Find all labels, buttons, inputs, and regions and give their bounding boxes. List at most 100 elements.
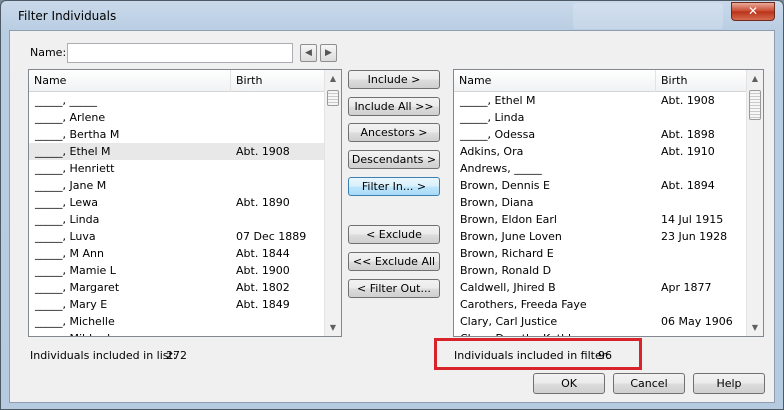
individual-name: _____, Ethel M (35, 145, 111, 158)
birth-date: Abt. 1898 (661, 128, 715, 141)
list-item[interactable]: _____, Henriett (29, 160, 324, 177)
list-item[interactable]: _____, Ethel M Abt. 1908 (29, 143, 324, 160)
list-item[interactable]: _____, Luva 07 Dec 1889 (29, 228, 324, 245)
list-item[interactable]: _____, Mildred (29, 330, 324, 336)
list-item[interactable]: Andrews, _____ (454, 160, 746, 177)
exclude-all-button[interactable]: << Exclude All (348, 252, 440, 271)
list-item[interactable]: _____, Mary E Abt. 1849 (29, 296, 324, 313)
filter-out-button[interactable]: < Filter Out... (348, 279, 440, 298)
list-item[interactable]: _____, Margaret Abt. 1802 (29, 279, 324, 296)
window-title: Filter Individuals (18, 9, 117, 23)
individual-name: _____, Linda (460, 111, 525, 124)
scroll-thumb[interactable] (327, 90, 339, 106)
scroll-thumb[interactable] (749, 90, 761, 120)
individual-name: _____, Mildred (35, 330, 110, 336)
list-item[interactable]: _____, Odessa Abt. 1898 (454, 126, 746, 143)
individual-name: _____, Linda (35, 213, 100, 226)
list-item[interactable]: Caldwell, Jhired B Apr 1877 (454, 279, 746, 296)
list-item[interactable]: Carothers, Freeda Faye (454, 296, 746, 313)
filter-count-highlight (434, 338, 642, 370)
list-item[interactable]: _____, Jane M (29, 177, 324, 194)
individual-name: Carothers, Freeda Faye (460, 298, 587, 311)
individual-name: Andrews, _____ (460, 162, 542, 175)
list-item[interactable]: _____, Arlene (29, 109, 324, 126)
column-header-birth[interactable]: Birth (231, 70, 262, 92)
list-item[interactable]: Clary, Dorothy Kathl (454, 330, 746, 336)
individual-name: Brown, Dennis E (460, 179, 550, 192)
descendants-button[interactable]: Descendants > (348, 150, 440, 169)
exclude-button[interactable]: < Exclude (348, 225, 440, 244)
list-item[interactable]: _____, Linda (29, 211, 324, 228)
list-item[interactable]: _____, Linda (454, 109, 746, 126)
individual-name: Brown, Ronald D (460, 264, 552, 277)
list-item[interactable]: Brown, Eldon Earl 14 Jul 1915 (454, 211, 746, 228)
birth-date: 14 Jul 1915 (661, 213, 724, 226)
birth-date: Abt. 1844 (236, 247, 290, 260)
birth-date: 06 May 1906 (661, 315, 733, 328)
individual-name: Caldwell, Jhired B (460, 281, 556, 294)
list-item[interactable]: Brown, Richard E (454, 245, 746, 262)
next-arrow-icon[interactable]: ▶ (320, 44, 337, 62)
list-item[interactable]: Brown, June Loven 23 Jun 1928 (454, 228, 746, 245)
previous-arrow-icon[interactable]: ◀ (300, 44, 317, 62)
list-count-value: 272 (166, 349, 187, 362)
list-item[interactable]: Brown, Ronald D (454, 262, 746, 279)
column-header-name[interactable]: Name (29, 70, 66, 92)
birth-date: Abt. 1900 (236, 264, 290, 277)
include-button[interactable]: Include > (348, 70, 440, 89)
list-rows: _____, _____ _____, Arlene _____, Bertha M… (29, 92, 324, 336)
column-header-name[interactable]: Name (454, 70, 491, 92)
vertical-scrollbar[interactable]: ▲ ▼ (746, 70, 763, 336)
help-button[interactable]: Help (693, 373, 765, 394)
titlebar-background (573, 3, 723, 29)
title-bar[interactable]: Filter Individuals ✕ (1, 1, 783, 31)
filter-individuals-dialog: Filter Individuals ✕ Name: ◀ ▶ Name Birt… (0, 0, 784, 410)
individual-name: Brown, June Loven (460, 230, 562, 243)
scroll-up-icon[interactable]: ▲ (325, 70, 341, 87)
individual-name: _____, Bertha M (35, 128, 120, 141)
birth-date: Abt. 1802 (236, 281, 290, 294)
birth-date: 07 Dec 1889 (236, 230, 307, 243)
list-item[interactable]: Clary, Carl Justice 06 May 1906 (454, 313, 746, 330)
close-button[interactable]: ✕ (731, 2, 775, 21)
scroll-up-icon[interactable]: ▲ (747, 70, 763, 87)
name-search-input[interactable] (67, 43, 293, 63)
individual-name: _____, M Ann (35, 247, 104, 260)
list-item[interactable]: _____, _____ (29, 92, 324, 109)
individual-name: _____, Mamie L (35, 264, 116, 277)
birth-date: Abt. 1894 (661, 179, 715, 192)
all-individuals-list[interactable]: Name Birth _____, _____ _____, Arlene ____… (28, 69, 342, 337)
column-header-birth[interactable]: Birth (656, 70, 687, 92)
list-item[interactable]: Brown, Diana (454, 194, 746, 211)
list-rows: _____, Ethel M Abt. 1908 _____, Linda _____… (454, 92, 746, 336)
list-item[interactable]: _____, Ethel M Abt. 1908 (454, 92, 746, 109)
ancestors-button[interactable]: Ancestors > (348, 123, 440, 142)
list-item[interactable]: _____, M Ann Abt. 1844 (29, 245, 324, 262)
filter-in-button[interactable]: Filter In... > (348, 177, 440, 196)
birth-date: Abt. 1890 (236, 196, 290, 209)
dialog-body: Name: ◀ ▶ Name Birth _____, _____ _____, … (9, 30, 775, 403)
list-item[interactable]: Adkins, Ora Abt. 1910 (454, 143, 746, 160)
list-item[interactable]: _____, Michelle (29, 313, 324, 330)
scroll-down-icon[interactable]: ▼ (747, 319, 763, 336)
ok-button[interactable]: OK (533, 373, 605, 394)
individual-name: Clary, Carl Justice (460, 315, 558, 328)
individual-name: _____, Ethel M (460, 94, 536, 107)
filtered-individuals-list[interactable]: Name Birth _____, Ethel M Abt. 1908 _____,… (453, 69, 764, 337)
birth-date: Apr 1877 (661, 281, 712, 294)
vertical-scrollbar[interactable]: ▲ ▼ (324, 70, 341, 336)
individual-name: Brown, Diana (460, 196, 534, 209)
scroll-down-icon[interactable]: ▼ (325, 319, 341, 336)
list-item[interactable]: _____, Bertha M (29, 126, 324, 143)
include-all-button[interactable]: Include All >> (348, 97, 440, 116)
birth-date: Abt. 1908 (236, 145, 290, 158)
birth-date: Abt. 1908 (661, 94, 715, 107)
individual-name: Brown, Eldon Earl (460, 213, 557, 226)
list-item[interactable]: _____, Mamie L Abt. 1900 (29, 262, 324, 279)
individual-name: _____, Margaret (35, 281, 120, 294)
individual-name: Adkins, Ora (460, 145, 524, 158)
list-item[interactable]: _____, Lewa Abt. 1890 (29, 194, 324, 211)
individual-name: _____, Odessa (460, 128, 536, 141)
list-item[interactable]: Brown, Dennis E Abt. 1894 (454, 177, 746, 194)
cancel-button[interactable]: Cancel (613, 373, 685, 394)
